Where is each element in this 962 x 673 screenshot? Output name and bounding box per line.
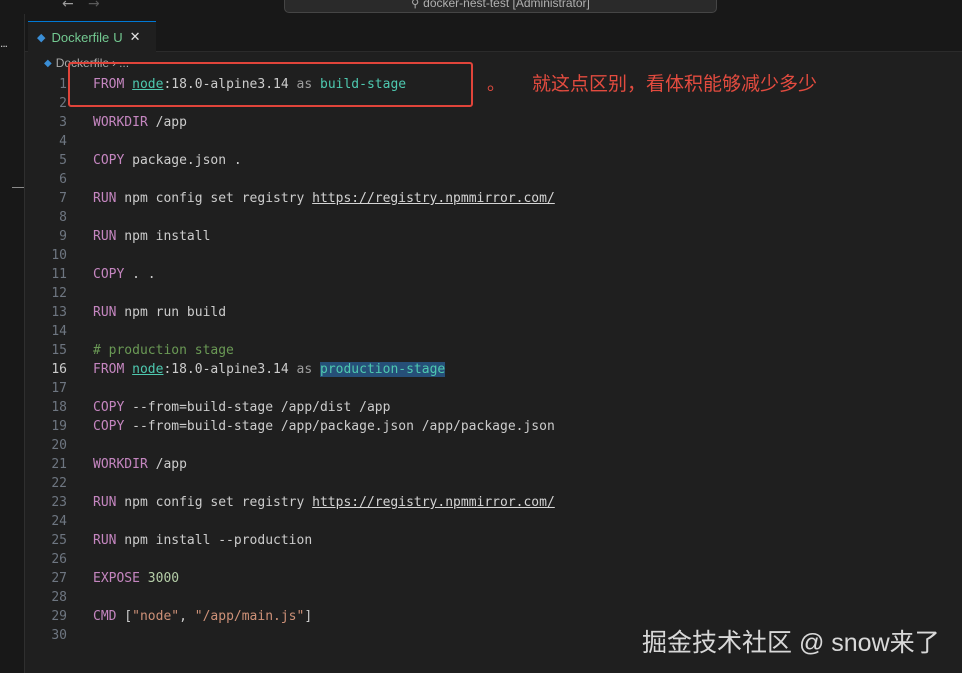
line-number: 4 [59,134,67,149]
code-line[interactable]: 14 [25,322,962,341]
code-line[interactable]: 6 [25,170,962,189]
line-number: 9 [59,229,67,244]
code-line[interactable]: 27 EXPOSE 3000 [25,569,962,588]
code-line[interactable]: 9 RUN npm install [25,227,962,246]
code-editor[interactable]: 1 FROM node:18.0-alpine3.14 as build-stag… [25,75,962,673]
line-number: 30 [51,628,67,643]
watermark: 掘金技术社区 @ snow来了 [642,629,940,657]
line-number: 2 [59,96,67,111]
code-line[interactable]: 26 [25,550,962,569]
line-number: 25 [51,533,67,548]
code-line[interactable]: 17 [25,379,962,398]
code-line[interactable]: 24 [25,512,962,531]
line-number: 10 [51,248,67,263]
code-line[interactable]: 15 # production stage [25,341,962,360]
code-line[interactable]: 23 RUN npm config set registry https://re… [25,493,962,512]
line-number: 16 [51,362,67,377]
code-text: COPY --from=build-stage /app/dist /app [93,400,391,415]
code-text: COPY --from=build-stage /app/package.jso… [93,419,555,434]
line-number: 5 [59,153,67,168]
line-number: 20 [51,438,67,453]
code-line[interactable]: 20 [25,436,962,455]
annotation-dot: 。 [487,74,505,94]
line-number: 6 [59,172,67,187]
search-icon: ⚲ [411,0,420,10]
arrow-right-icon[interactable]: → [88,0,100,12]
code-line[interactable]: 25 RUN npm install --production [25,531,962,550]
code-line[interactable]: 21 WORKDIR /app [25,455,962,474]
line-number: 13 [51,305,67,320]
code-line[interactable]: 4 [25,132,962,151]
code-line[interactable]: 28 [25,588,962,607]
close-icon[interactable]: ✕ [130,30,141,45]
code-line[interactable]: 10 [25,246,962,265]
code-line[interactable]: 13 RUN npm run build [25,303,962,322]
command-center-label: docker-nest-test [Administrator] [423,0,590,10]
code-text: FROM node:18.0-alpine3.14 as production-… [93,362,446,377]
line-number: 19 [51,419,67,434]
tab-status-untracked: U [113,29,123,45]
code-line[interactable]: 16 FROM node:18.0-alpine3.14 as productio… [25,360,962,379]
line-number: 22 [51,476,67,491]
code-text: WORKDIR /app [93,115,187,130]
code-line[interactable]: 11 COPY . . [25,265,962,284]
line-number: 24 [51,514,67,529]
line-number: 14 [51,324,67,339]
code-text: WORKDIR /app [93,457,187,472]
line-number: 7 [59,191,67,206]
command-center[interactable]: ⚲ docker-nest-test [Administrator] [284,0,717,13]
line-number: 23 [51,495,67,510]
docker-icon: ◆ [37,30,46,44]
line-number: 28 [51,590,67,605]
annotation-text: 就这点区别，看体积能够减少多少 [532,74,818,95]
code-line[interactable]: 19 COPY --from=build-stage /app/package.j… [25,417,962,436]
code-line[interactable]: 12 [25,284,962,303]
annotation-highlight-box [68,62,473,107]
line-number: 12 [51,286,67,301]
line-number: 17 [51,381,67,396]
line-number: 1 [59,77,67,92]
code-text: RUN npm install [93,229,211,244]
line-number: 21 [51,457,67,472]
code-text: RUN npm config set registry https://regi… [93,191,555,206]
code-text: EXPOSE 3000 [93,571,180,586]
line-number: 18 [51,400,67,415]
code-text: # production stage [93,343,234,358]
code-line[interactable]: 18 COPY --from=build-stage /app/dist /app [25,398,962,417]
code-line[interactable]: 5 COPY package.json . [25,151,962,170]
code-text: RUN npm config set registry https://regi… [93,495,555,510]
line-number: 26 [51,552,67,567]
line-number: 29 [51,609,67,624]
code-line[interactable]: 8 [25,208,962,227]
code-text: COPY package.json . [93,153,242,168]
title-bar: ← → ⚲ docker-nest-test [Administrator] [0,0,962,14]
docker-icon: ◆ [44,57,52,69]
code-line[interactable]: 22 [25,474,962,493]
tab-dockerfile[interactable]: ◆ Dockerfile U ✕ [28,21,156,52]
ellipsis-icon[interactable]: ... [0,36,8,50]
activity-bar: ... [0,14,25,673]
arrow-left-icon[interactable]: ← [62,0,74,12]
code-text: COPY . . [93,267,156,282]
code-text: CMD ["node", "/app/main.js"] [93,609,313,624]
line-number: 3 [59,115,67,130]
code-text: RUN npm install --production [93,533,313,548]
code-line[interactable]: 3 WORKDIR /app [25,113,962,132]
tab-label: Dockerfile [51,29,110,45]
line-number: 27 [51,571,67,586]
tab-strip: ◆ Dockerfile U ✕ [25,14,962,52]
line-number: 15 [51,343,67,358]
code-line[interactable]: 7 RUN npm config set registry https://reg… [25,189,962,208]
code-text: RUN npm run build [93,305,227,320]
line-number: 11 [51,267,67,282]
line-number: 8 [59,210,67,225]
